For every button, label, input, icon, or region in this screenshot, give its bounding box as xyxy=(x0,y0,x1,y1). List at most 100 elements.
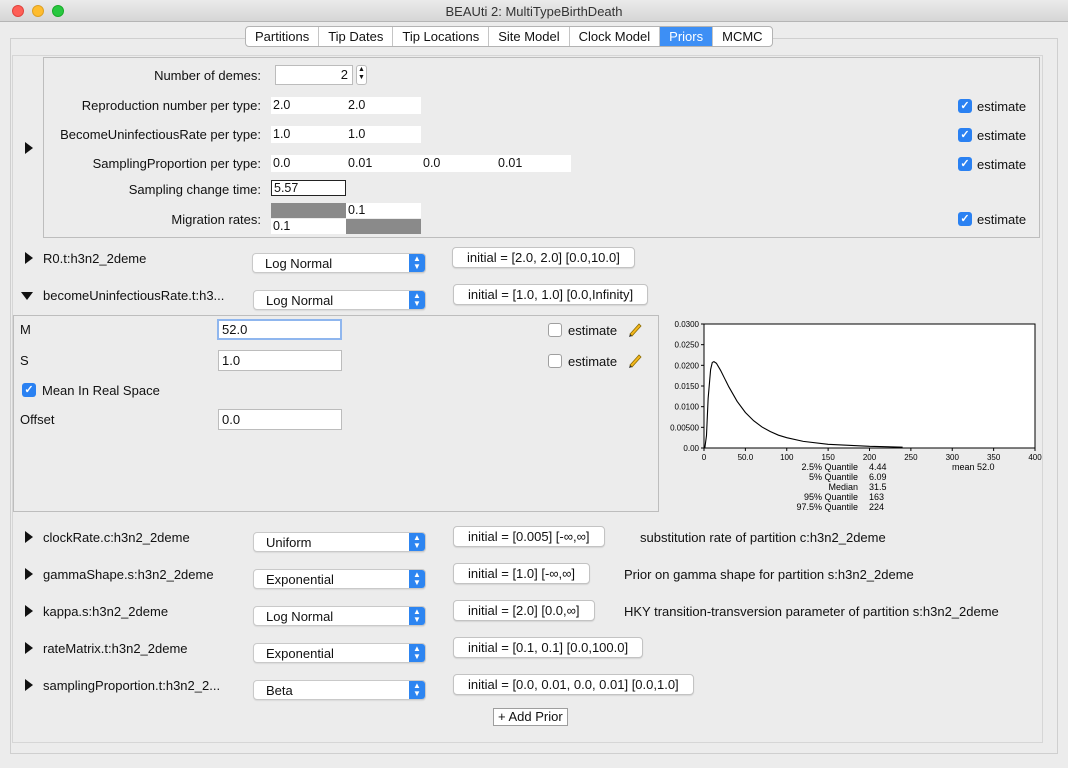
become-value-1[interactable]: 1.0 xyxy=(273,126,290,143)
kappa-distribution-value: Log Normal xyxy=(266,609,334,624)
sampling-value-1[interactable]: 0.0 xyxy=(273,155,290,172)
pencil-icon[interactable] xyxy=(627,321,643,337)
m-label: M xyxy=(20,322,31,337)
pencil-icon[interactable] xyxy=(627,352,643,368)
m-input[interactable]: 52.0 xyxy=(217,319,342,340)
samplingproportion-initial-button[interactable]: initial = [0.0, 0.01, 0.0, 0.01] [0.0,1.… xyxy=(453,674,694,695)
tab-site-model[interactable]: Site Model xyxy=(489,27,570,46)
kappa-initial-button[interactable]: initial = [2.0] [0.0,∞] xyxy=(453,600,595,621)
chevron-updown-icon: ▲ ▼ xyxy=(409,254,425,272)
sampling-proportion-label: SamplingProportion per type: xyxy=(92,156,261,171)
title-bar: BEAUti 2: MultiTypeBirthDeath xyxy=(0,0,1068,22)
num-demes-stepper[interactable]: ▲ ▼ xyxy=(356,65,367,85)
samplingproportion-distribution-select[interactable]: Beta ▲ ▼ xyxy=(253,680,426,700)
quantile-value: 31.5 xyxy=(869,482,887,492)
x-tick-label: 250 xyxy=(904,453,918,462)
clockrate-distribution-value: Uniform xyxy=(266,535,312,550)
y-tick-label: 0.0250 xyxy=(675,341,700,350)
r0-value-1[interactable]: 2.0 xyxy=(273,97,290,114)
migration-estimate-checkbox[interactable]: ✓ xyxy=(958,212,972,226)
offset-label: Offset xyxy=(20,412,55,427)
sampling-change-time-input[interactable]: 5.57 xyxy=(271,180,346,196)
become-value-2[interactable]: 1.0 xyxy=(348,126,365,143)
ratematrix-distribution-value: Exponential xyxy=(266,646,334,661)
s-estimate-checkbox[interactable] xyxy=(548,354,562,368)
migration-diagonal-cell-2 xyxy=(346,219,421,234)
tab-tip-dates[interactable]: Tip Dates xyxy=(319,27,394,46)
tab-partitions[interactable]: Partitions xyxy=(246,27,320,46)
migration-rate-1-2[interactable]: 0.1 xyxy=(346,203,421,218)
add-prior-button[interactable]: + Add Prior xyxy=(493,708,568,726)
chevron-updown-icon: ▲ ▼ xyxy=(409,570,425,588)
clockrate-description: substitution rate of partition c:h3n2_2d… xyxy=(640,530,886,545)
expand-gammashape-prior-icon[interactable] xyxy=(25,568,33,580)
y-tick-label: 0.0150 xyxy=(675,382,700,391)
ratematrix-distribution-select[interactable]: Exponential ▲ ▼ xyxy=(253,643,426,663)
offset-input[interactable]: 0.0 xyxy=(218,409,342,430)
tree-prior-panel xyxy=(43,57,1040,238)
migration-estimate-label: estimate xyxy=(977,212,1027,227)
gammashape-initial-button[interactable]: initial = [1.0] [-∞,∞] xyxy=(453,563,591,584)
tab-priors[interactable]: Priors xyxy=(660,27,714,46)
sampling-value-2[interactable]: 0.01 xyxy=(348,155,372,172)
r0-distribution-value: Log Normal xyxy=(265,256,333,271)
sampling-value-3[interactable]: 0.0 xyxy=(423,155,440,172)
quantile-label: 5% Quantile xyxy=(809,472,858,482)
become-initial-button[interactable]: initial = [1.0, 1.0] [0.0,Infinity] xyxy=(453,284,649,305)
r0-value-2[interactable]: 2.0 xyxy=(348,97,365,114)
clockrate-initial-button[interactable]: initial = [0.005] [-∞,∞] xyxy=(453,526,605,547)
collapse-become-prior-icon[interactable] xyxy=(21,292,33,300)
gammashape-distribution-select[interactable]: Exponential ▲ ▼ xyxy=(253,569,426,589)
prior-name-samplingproportion: samplingProportion.t:h3n2_2... xyxy=(43,678,221,693)
ratematrix-initial-button[interactable]: initial = [0.1, 0.1] [0.0,100.0] xyxy=(453,637,644,658)
window-title: BEAUti 2: MultiTypeBirthDeath xyxy=(445,4,623,19)
migration-rate-2-1[interactable]: 0.1 xyxy=(271,219,346,234)
y-tick-label: 0.00 xyxy=(683,444,699,453)
expand-kappa-prior-icon[interactable] xyxy=(25,605,33,617)
sampling-estimate-checkbox[interactable]: ✓ xyxy=(958,157,972,171)
r0-estimate-label: estimate xyxy=(977,99,1027,114)
r0-values-field[interactable]: 2.0 2.0 xyxy=(271,97,421,114)
chevron-updown-icon: ▲ ▼ xyxy=(409,644,425,662)
become-distribution-select[interactable]: Log Normal ▲ ▼ xyxy=(253,290,426,310)
y-tick-label: 0.00500 xyxy=(670,423,699,432)
expand-clockrate-prior-icon[interactable] xyxy=(25,531,33,543)
sampling-change-time-label: Sampling change time: xyxy=(128,182,261,197)
y-tick-label: 0.0100 xyxy=(675,403,700,412)
expand-r0-prior-icon[interactable] xyxy=(25,252,33,264)
r0-initial-button[interactable]: initial = [2.0, 2.0] [0.0,10.0] xyxy=(452,247,635,268)
mean-real-space-checkbox[interactable]: ✓ xyxy=(22,383,36,397)
prior-name-gammashape: gammaShape.s:h3n2_2deme xyxy=(43,567,214,582)
tab-tip-locations[interactable]: Tip Locations xyxy=(393,27,490,46)
sampling-proportion-values-field[interactable]: 0.0 0.01 0.0 0.01 xyxy=(271,155,571,172)
become-uninfectious-label: BecomeUninfectiousRate per type: xyxy=(60,127,261,142)
sampling-value-4[interactable]: 0.01 xyxy=(498,155,522,172)
samplingproportion-distribution-value: Beta xyxy=(266,683,293,698)
s-input[interactable]: 1.0 xyxy=(218,350,342,371)
m-estimate-label: estimate xyxy=(568,323,618,338)
expand-tree-prior-icon[interactable] xyxy=(25,142,33,154)
become-estimate-checkbox[interactable]: ✓ xyxy=(958,128,972,142)
tab-mcmc[interactable]: MCMC xyxy=(713,27,771,46)
x-tick-label: 0 xyxy=(702,453,707,462)
r0-distribution-select[interactable]: Log Normal ▲ ▼ xyxy=(252,253,426,273)
tab-clock-model[interactable]: Clock Model xyxy=(570,27,661,46)
migration-rates-label: Migration rates: xyxy=(171,212,261,227)
x-tick-label: 300 xyxy=(946,453,960,462)
prior-name-clockrate: clockRate.c:h3n2_2deme xyxy=(43,530,190,545)
quantile-label: Median xyxy=(828,482,858,492)
kappa-distribution-select[interactable]: Log Normal ▲ ▼ xyxy=(253,606,426,626)
quantile-label: 97.5% Quantile xyxy=(796,502,858,512)
num-demes-input[interactable]: 2 xyxy=(275,65,353,85)
become-uninfectious-values-field[interactable]: 1.0 1.0 xyxy=(271,126,421,143)
r0-estimate-checkbox[interactable]: ✓ xyxy=(958,99,972,113)
expand-samplingproportion-prior-icon[interactable] xyxy=(25,679,33,691)
r0-label: Reproduction number per type: xyxy=(81,98,261,113)
prior-name-ratematrix: rateMatrix.t:h3n2_2deme xyxy=(43,641,188,656)
clockrate-distribution-select[interactable]: Uniform ▲ ▼ xyxy=(253,532,426,552)
mean-label: mean 52.0 xyxy=(952,462,995,472)
num-demes-label: Number of demes: xyxy=(154,68,261,83)
m-estimate-checkbox[interactable] xyxy=(548,323,562,337)
expand-ratematrix-prior-icon[interactable] xyxy=(25,642,33,654)
become-distribution-value: Log Normal xyxy=(266,293,334,308)
